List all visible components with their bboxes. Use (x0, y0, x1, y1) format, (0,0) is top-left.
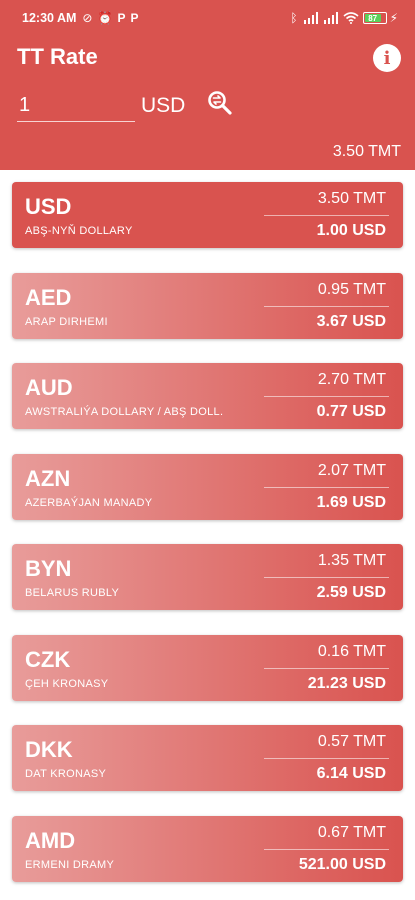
status-time: 12:30 AM (22, 11, 77, 25)
usd-rate: 521.00 USD (298, 856, 386, 873)
tmt-rate: 0.57 TMT (317, 733, 386, 750)
divider (264, 668, 389, 669)
base-currency-label[interactable]: USD (141, 94, 185, 118)
currency-card-aed[interactable]: AED ARAP DIRHEMI 0.95 TMT 3.67 USD (12, 273, 403, 339)
parking-app-icon: P (130, 11, 139, 25)
currency-card-dkk[interactable]: DKK DAT KRONASY 0.57 TMT 6.14 USD (12, 725, 403, 791)
currency-name: DAT KRONASY (25, 768, 107, 780)
signal-bars-icon (323, 12, 338, 24)
currency-name: BELARUS RUBLY (25, 587, 120, 599)
usd-rate: 0.77 USD (316, 403, 386, 420)
currency-name: AZERBAÝJAN MANADY (25, 497, 153, 509)
currency-card-amd[interactable]: AMD ERMENI DRAMY 0.67 TMT 521.00 USD (12, 816, 403, 882)
currency-code: USD (25, 194, 72, 219)
info-icon: i (383, 47, 391, 69)
currency-code: CZK (25, 647, 71, 672)
battery-level: 87 (364, 14, 381, 23)
charging-icon: ⚡ (389, 11, 398, 25)
divider (264, 758, 389, 759)
usd-rate: 3.67 USD (316, 313, 386, 330)
currency-card-usd[interactable]: USD ABŞ-NYŇ DOLLARY 3.50 TMT 1.00 USD (12, 182, 403, 248)
currency-name: ERMENI DRAMY (25, 859, 115, 871)
currency-code: DKK (25, 737, 73, 762)
battery-icon: 87 (362, 12, 387, 24)
tmt-rate: 0.16 TMT (317, 643, 386, 660)
parking-app-icon: P (117, 11, 126, 25)
signal-bars-icon (303, 12, 318, 24)
divider (264, 849, 389, 850)
amount-input[interactable] (17, 90, 135, 122)
usd-rate: 2.59 USD (316, 584, 386, 601)
usd-rate: 1.00 USD (316, 222, 386, 239)
currency-card-aud[interactable]: AUD AWSTRALIÝA DOLLARY / ABŞ DOLL. 2.70 … (12, 363, 403, 429)
wifi-icon (343, 12, 359, 24)
currency-name: ARAP DIRHEMI (25, 316, 108, 328)
currency-code: BYN (25, 556, 72, 581)
divider (264, 215, 389, 216)
currency-name: ÇEH KRONASY (25, 678, 109, 690)
currency-card-czk[interactable]: CZK ÇEH KRONASY 0.16 TMT 21.23 USD (12, 635, 403, 701)
currency-name: ABŞ-NYŇ DOLLARY (25, 225, 133, 237)
divider (264, 577, 389, 578)
bluetooth-icon: ᛒ (290, 11, 298, 25)
alarm-icon: ⏰ (97, 11, 113, 25)
status-bar: 12:30 AM ⊘ ⏰ P P ᛒ 87 ⚡ (0, 0, 415, 36)
currency-code: AZN (25, 466, 71, 491)
usd-rate: 1.69 USD (316, 494, 386, 511)
currency-code: AMD (25, 828, 76, 853)
tmt-rate: 0.95 TMT (317, 281, 386, 298)
app-header: 12:30 AM ⊘ ⏰ P P ᛒ 87 ⚡ TT Rate i USD (0, 0, 415, 170)
tmt-rate: 2.07 TMT (317, 462, 386, 479)
divider (264, 396, 389, 397)
info-button[interactable]: i (373, 44, 401, 72)
header-rate: 3.50 TMT (332, 143, 401, 160)
divider (264, 487, 389, 488)
currency-name: AWSTRALIÝA DOLLARY / ABŞ DOLL. (25, 406, 224, 418)
currency-card-azn[interactable]: AZN AZERBAÝJAN MANADY 2.07 TMT 1.69 USD (12, 454, 403, 520)
app-title: TT Rate (17, 44, 98, 69)
tmt-rate: 1.35 TMT (317, 552, 386, 569)
tmt-rate: 3.50 TMT (317, 190, 386, 207)
search-swap-icon[interactable] (205, 88, 235, 118)
tmt-rate: 0.67 TMT (317, 824, 386, 841)
currency-card-byn[interactable]: BYN BELARUS RUBLY 1.35 TMT 2.59 USD (12, 544, 403, 610)
currency-code: AED (25, 285, 72, 310)
currency-code: AUD (25, 375, 73, 400)
signal-off-icon: ⊘ (82, 11, 93, 25)
divider (264, 306, 389, 307)
usd-rate: 21.23 USD (307, 675, 386, 692)
usd-rate: 6.14 USD (316, 765, 386, 782)
tmt-rate: 2.70 TMT (317, 371, 386, 388)
